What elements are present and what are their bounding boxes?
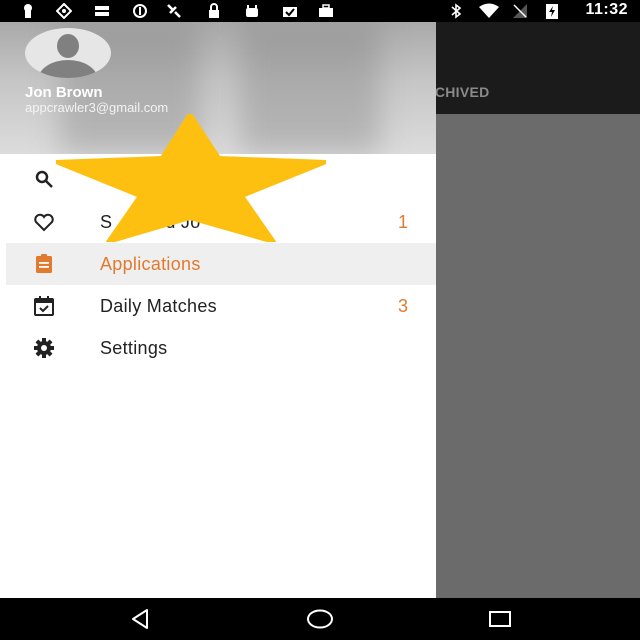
- avatar[interactable]: [25, 28, 111, 78]
- bluetooth-icon: [448, 3, 464, 19]
- clipboard-icon: [32, 252, 56, 276]
- star-icon: [56, 114, 326, 242]
- user-email: appcrawler3@gmail.com: [25, 100, 169, 115]
- storage-icon: [94, 3, 110, 19]
- heart-icon: [32, 210, 56, 234]
- status-bar: 11:32: [0, 0, 640, 22]
- keyhole-icon: [20, 3, 36, 19]
- menu-item-label: Applications: [100, 254, 201, 274]
- daily-matches-count: 3: [397, 296, 408, 316]
- menu-item-daily-matches[interactable]: Daily Matches 3: [6, 285, 436, 327]
- menu-item-label: Settings: [100, 338, 168, 358]
- saved-jobs-count: 1: [397, 212, 408, 232]
- navigation-bar: [0, 598, 640, 640]
- android-icon: [244, 3, 260, 19]
- menu-item-settings[interactable]: Settings: [6, 327, 436, 369]
- satellite-icon: [166, 3, 182, 19]
- info-circle-icon: [132, 3, 148, 19]
- gear-icon: [32, 336, 56, 360]
- back-icon[interactable]: [128, 607, 152, 631]
- wifi-icon: [478, 3, 500, 19]
- status-clock: 11:32: [585, 1, 628, 18]
- calendar-check-icon: [32, 294, 56, 318]
- navigation-drawer: Jon Brown appcrawler3@gmail.com S d Jo 1…: [0, 22, 436, 598]
- no-signal-icon: [512, 3, 528, 19]
- menu-item-label: Daily Matches: [100, 296, 217, 316]
- briefcase-icon: [318, 3, 334, 19]
- lock-icon: [206, 3, 222, 19]
- recents-icon[interactable]: [488, 607, 512, 631]
- user-name: Jon Brown: [25, 84, 103, 101]
- menu-item-applications[interactable]: Applications: [6, 243, 436, 285]
- search-icon: [32, 167, 56, 191]
- vpn-icon: [56, 3, 72, 19]
- home-icon[interactable]: [306, 607, 334, 631]
- battery-charging-icon: [546, 3, 558, 19]
- clipboard-check-icon: [282, 3, 298, 19]
